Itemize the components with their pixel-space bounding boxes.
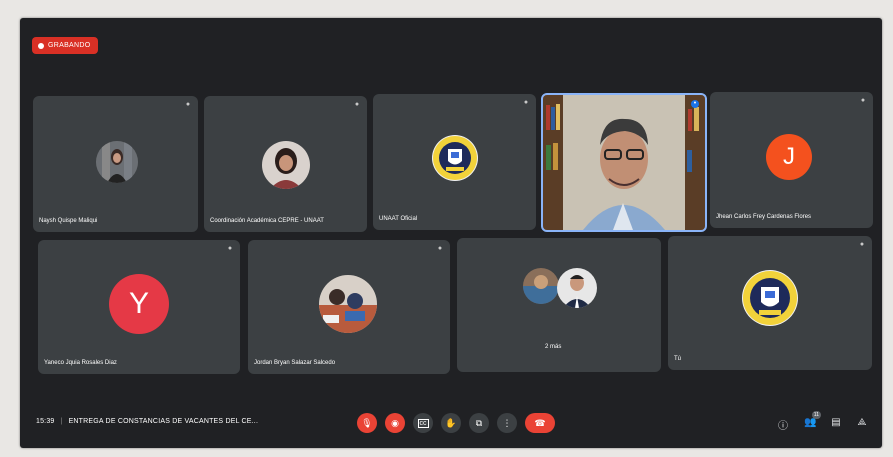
mic-muted-icon: ● bbox=[523, 99, 529, 106]
people-count-badge: 11 bbox=[811, 411, 821, 419]
activities-icon: ⟁ bbox=[857, 417, 867, 428]
active-speaker-tile[interactable]: • bbox=[541, 93, 707, 232]
unaat-crest-icon bbox=[742, 270, 798, 326]
participant-avatar bbox=[523, 268, 559, 304]
participant-tile[interactable]: ● UNAAT Oficial bbox=[373, 94, 536, 230]
more-options-button[interactable]: ⋮ bbox=[497, 413, 517, 433]
meeting-controls-bar: 15:39 | ENTREGA DE CONSTANCIAS DE VACANTES… bbox=[20, 400, 882, 448]
separator: | bbox=[60, 418, 63, 425]
participant-tile[interactable]: 2 más bbox=[457, 238, 661, 372]
recording-badge[interactable]: GRABANDO bbox=[32, 37, 99, 54]
mic-off-icon: 🎙 bbox=[361, 417, 373, 428]
recording-dot-icon bbox=[38, 42, 44, 49]
mic-muted-icon: ● bbox=[437, 245, 443, 252]
more-vert-icon: ⋮ bbox=[502, 417, 512, 428]
camera-toggle-button[interactable]: ◉ bbox=[385, 413, 405, 433]
present-screen-button[interactable]: ⧉ bbox=[469, 413, 489, 433]
chat-button[interactable]: ▤ bbox=[830, 417, 842, 428]
mic-muted-icon: ● bbox=[860, 97, 866, 104]
speaker-video-feed bbox=[543, 95, 705, 230]
mic-muted-icon: ● bbox=[859, 241, 865, 248]
meeting-time: 15:39 bbox=[36, 418, 55, 425]
speaking-indicator-icon: • bbox=[691, 100, 699, 108]
participant-name: Coordinación Académica CEPRE - UNAAT bbox=[210, 218, 324, 224]
meeting-title: ENTREGA DE CONSTANCIAS DE VACANTES DEL C… bbox=[68, 418, 259, 425]
participant-letter-avatar: Y bbox=[109, 274, 169, 334]
activities-button[interactable]: ⟁ bbox=[856, 417, 868, 428]
participant-tile[interactable]: ● Coordinación Académica CEPRE - UNAAT bbox=[204, 96, 367, 232]
raise-hand-button[interactable]: ✋ bbox=[441, 413, 461, 433]
participant-avatar bbox=[557, 268, 597, 308]
recording-label: GRABANDO bbox=[48, 42, 91, 49]
participant-name: Jordan Bryan Salazar Salcedo bbox=[254, 360, 336, 366]
participant-avatar bbox=[96, 141, 138, 183]
captions-icon: cc bbox=[417, 418, 429, 428]
meeting-info: 15:39 | ENTREGA DE CONSTANCIAS DE VACANTES… bbox=[36, 418, 258, 425]
participant-avatar bbox=[319, 275, 377, 333]
participant-name: Naysh Quispe Maliqui bbox=[39, 218, 98, 224]
participant-tile[interactable]: ● Y Yaneco Jquia Rosales Diaz bbox=[38, 240, 240, 374]
participant-name: Tú bbox=[674, 356, 682, 362]
more-participants-label: 2 más bbox=[545, 344, 562, 350]
meet-window: GRABANDO ● Naysh Quispe Maliqui ● Coordi… bbox=[20, 18, 882, 448]
captions-button[interactable]: cc bbox=[413, 413, 433, 433]
present-screen-icon: ⧉ bbox=[475, 417, 483, 428]
mic-muted-icon: ● bbox=[185, 101, 191, 108]
microphone-toggle-button[interactable]: 🎙 bbox=[357, 413, 377, 433]
participant-name: Jhean Carlos Frey Cardenas Flores bbox=[716, 214, 812, 220]
participant-tile[interactable]: ● Naysh Quispe Maliqui bbox=[33, 96, 198, 232]
camera-off-icon: ◉ bbox=[391, 417, 399, 428]
participant-avatar bbox=[262, 141, 310, 189]
participant-name: UNAAT Oficial bbox=[379, 216, 418, 222]
unaat-crest-icon bbox=[432, 135, 478, 181]
participant-tile-self[interactable]: ● Tú bbox=[668, 236, 872, 370]
people-button[interactable]: 👥 11 bbox=[804, 411, 821, 428]
mic-muted-icon: ● bbox=[354, 101, 360, 108]
chat-icon: ▤ bbox=[831, 417, 841, 428]
participant-tile[interactable]: ● Jordan Bryan Salazar Salcedo bbox=[248, 240, 450, 374]
hand-icon: ✋ bbox=[445, 417, 457, 428]
hang-up-icon: ☎ bbox=[534, 417, 546, 428]
info-icon: ⓘ bbox=[778, 421, 788, 432]
leave-call-button[interactable]: ☎ bbox=[525, 413, 555, 433]
meeting-details-button[interactable]: ⓘ bbox=[777, 417, 789, 432]
mic-muted-icon: ● bbox=[227, 245, 233, 252]
participant-tile[interactable]: ● J Jhean Carlos Frey Cardenas Flores bbox=[710, 92, 873, 228]
participant-letter-avatar: J bbox=[766, 134, 812, 180]
participant-name: Yaneco Jquia Rosales Diaz bbox=[44, 360, 117, 366]
